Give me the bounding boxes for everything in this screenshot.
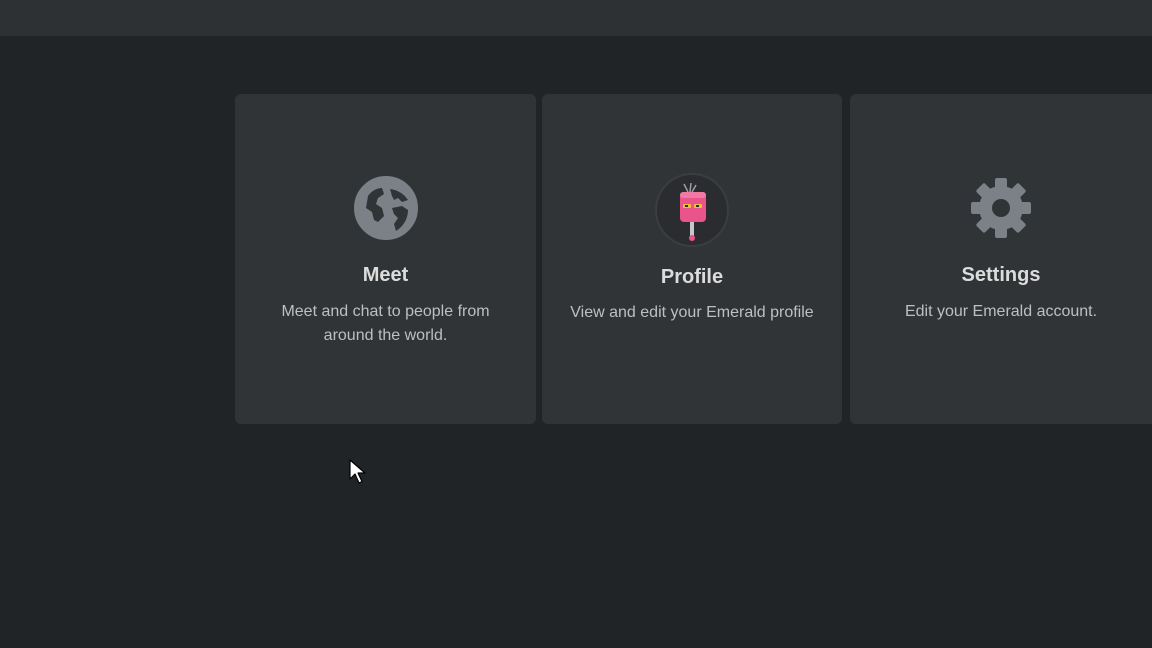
meet-description: Meet and chat to people from around the … <box>281 303 490 344</box>
profile-card[interactable]: Profile View and edit your Emerald profi… <box>542 94 842 424</box>
settings-description: Edit your Emerald account. <box>904 303 1098 320</box>
meet-title: Meet <box>362 264 409 286</box>
mouse-cursor-icon <box>349 459 367 485</box>
settings-title: Settings <box>961 264 1041 286</box>
meet-card[interactable]: Meet Meet and chat to people from around… <box>235 94 536 424</box>
profile-description: View and edit your Emerald profile <box>570 304 814 321</box>
top-bar <box>0 0 1152 36</box>
profile-avatar <box>654 172 730 248</box>
profile-title: Profile <box>660 266 724 288</box>
globe-icon <box>353 176 418 240</box>
gear-icon <box>969 176 1033 240</box>
settings-card[interactable]: Settings Edit your Emerald account. <box>850 94 1152 424</box>
